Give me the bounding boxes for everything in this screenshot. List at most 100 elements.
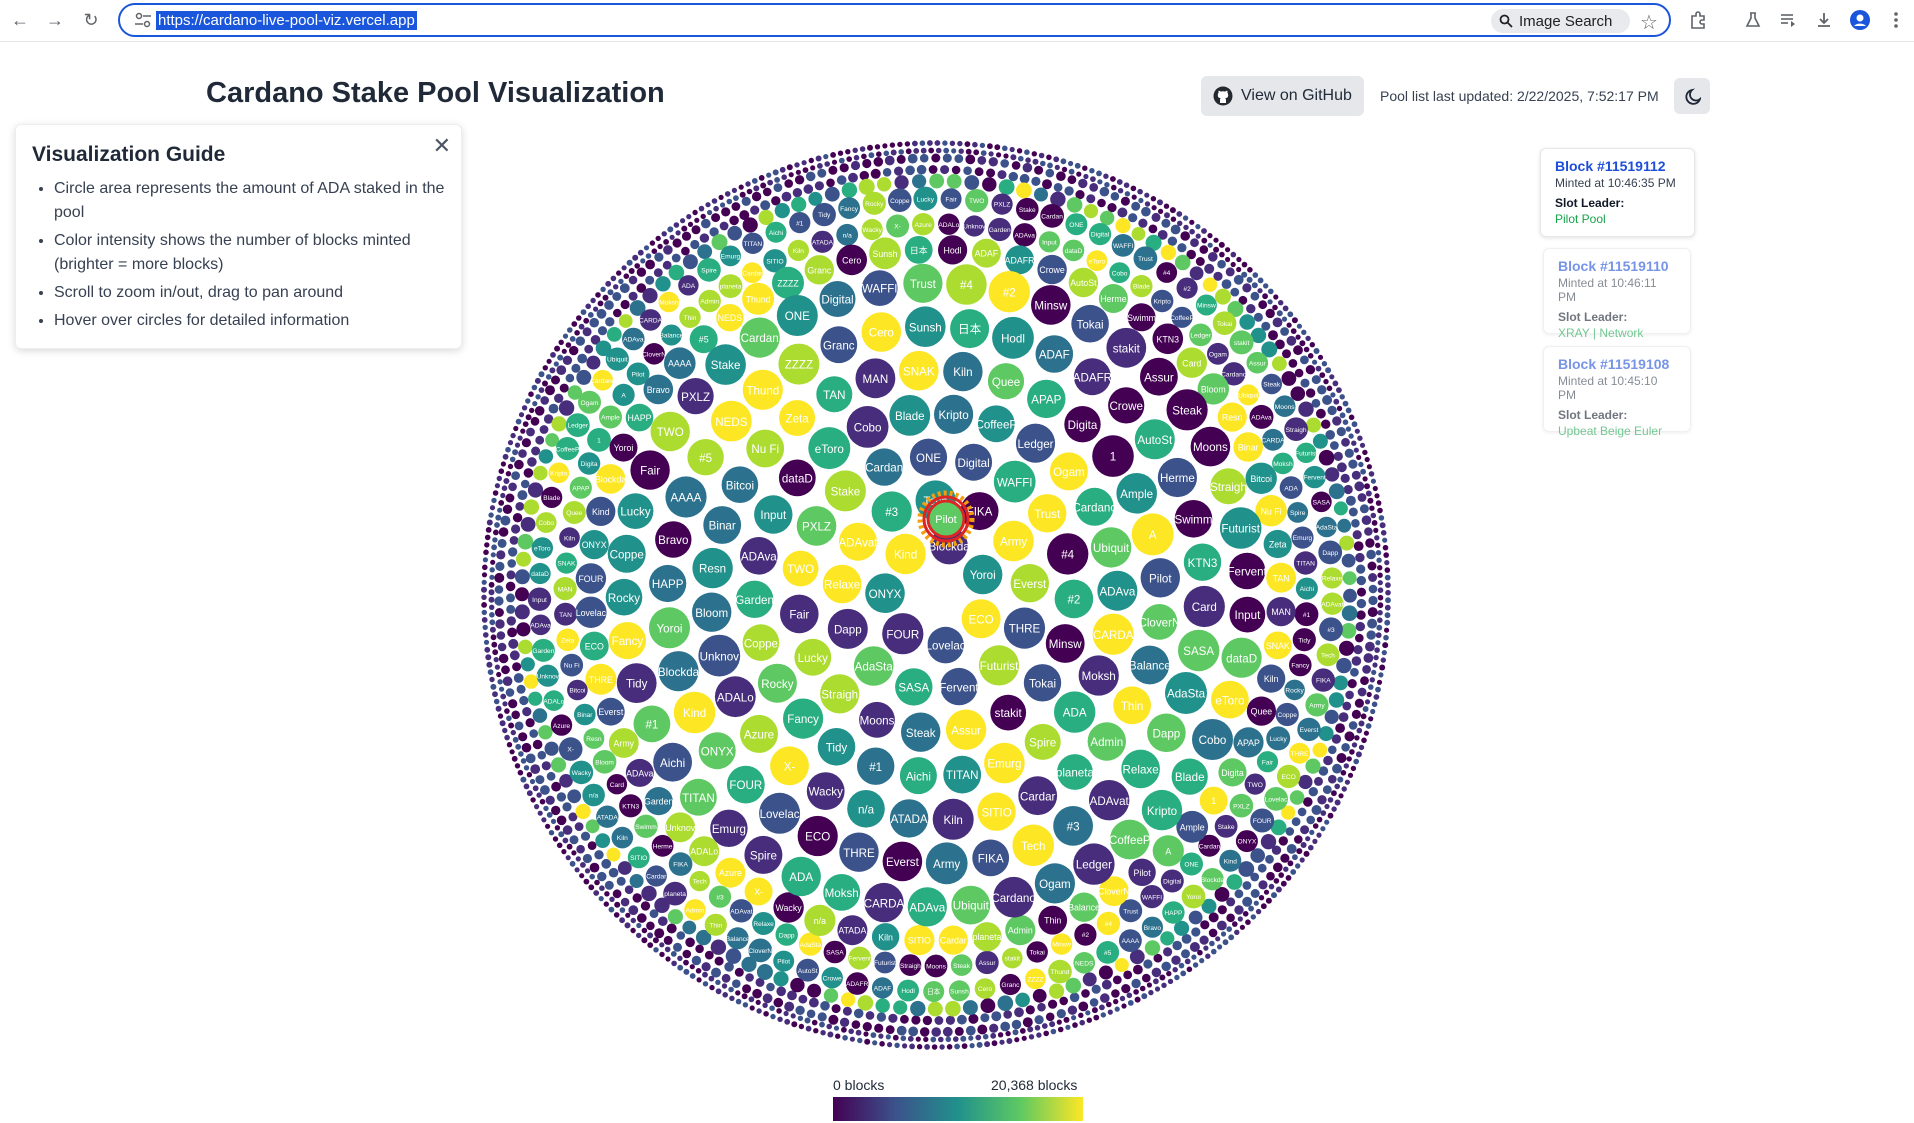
pool-bubble[interactable] [1242, 283, 1252, 293]
pool-bubble[interactable] [760, 200, 771, 211]
pool-bubble[interactable] [1025, 1005, 1035, 1015]
pool-bubble[interactable] [1379, 664, 1386, 671]
pool-bubble[interactable] [774, 177, 780, 183]
pool-bubble[interactable] [487, 669, 494, 675]
pool-bubble[interactable] [1049, 983, 1065, 999]
pool-bubble[interactable] [597, 871, 607, 882]
pool-bubble[interactable] [913, 148, 920, 154]
pool-bubble[interactable] [1376, 557, 1382, 563]
pool-bubble[interactable] [535, 435, 545, 445]
pool-bubble[interactable] [795, 169, 801, 175]
pool-bubble[interactable] [1285, 875, 1292, 881]
pool-bubble[interactable] [1260, 903, 1267, 910]
extensions-icon[interactable] [1687, 9, 1709, 31]
pool-bubble[interactable] [714, 956, 724, 966]
pool-bubble[interactable] [628, 905, 639, 916]
pool-bubble[interactable] [915, 1036, 921, 1042]
pool-bubble[interactable] [698, 205, 705, 212]
pool-bubble[interactable] [819, 1021, 825, 1028]
pool-bubble[interactable] [1314, 776, 1323, 786]
pool-bubble[interactable] [1351, 440, 1357, 446]
pool-bubble[interactable] [988, 157, 998, 167]
pool-bubble[interactable] [1370, 512, 1377, 519]
pool-bubble[interactable] [582, 853, 592, 864]
pool-bubble[interactable] [1323, 755, 1333, 766]
pool-bubble[interactable] [849, 1036, 855, 1042]
pool-bubble[interactable] [523, 468, 534, 478]
pool-bubble[interactable] [928, 165, 938, 174]
pool-bubble[interactable] [1374, 493, 1380, 499]
pool-bubble[interactable] [511, 755, 518, 762]
pool-bubble[interactable] [636, 922, 642, 929]
pool-bubble[interactable] [1292, 854, 1298, 861]
pool-bubble[interactable] [554, 345, 561, 352]
pool-bubble[interactable] [1378, 515, 1385, 521]
pool-bubble[interactable] [506, 715, 512, 722]
pool-bubble[interactable] [1329, 374, 1335, 380]
pool-bubble[interactable] [513, 425, 519, 432]
pool-bubble[interactable] [515, 502, 525, 511]
pool-bubble[interactable] [1319, 372, 1326, 378]
pool-bubble[interactable] [608, 867, 619, 878]
pool-bubble[interactable] [1115, 218, 1131, 234]
pool-bubble[interactable] [1068, 168, 1075, 175]
pool-bubble[interactable] [1189, 942, 1200, 952]
pool-bubble[interactable] [1056, 171, 1066, 181]
pool-bubble[interactable] [1367, 618, 1378, 629]
pool-bubble[interactable] [647, 942, 654, 948]
pool-bubble[interactable] [661, 231, 667, 237]
pool-bubble[interactable] [1195, 257, 1205, 266]
pool-bubble[interactable] [1337, 462, 1347, 473]
pool-bubble[interactable] [1236, 256, 1242, 263]
pool-bubble[interactable] [1119, 995, 1126, 1002]
pool-bubble[interactable] [1189, 228, 1195, 235]
pool-bubble[interactable] [836, 175, 847, 185]
pool-bubble[interactable] [1295, 334, 1301, 340]
pool-bubble[interactable] [1377, 602, 1384, 609]
pool-bubble[interactable] [1306, 815, 1315, 825]
pool-bubble[interactable] [1190, 238, 1199, 248]
pool-bubble[interactable] [1303, 346, 1310, 353]
pool-bubble[interactable] [1225, 256, 1231, 263]
pool-bubble[interactable] [502, 453, 509, 460]
pool-bubble[interactable] [642, 288, 658, 304]
pool-bubble[interactable] [1221, 279, 1232, 289]
pool-bubble[interactable] [846, 156, 852, 162]
pool-bubble[interactable] [1065, 1024, 1071, 1030]
pool-bubble[interactable] [695, 968, 702, 974]
pool-bubble[interactable] [1106, 1001, 1112, 1008]
pool-bubble[interactable] [1230, 251, 1237, 258]
pool-bubble[interactable] [1085, 1010, 1091, 1016]
pool-bubble[interactable] [700, 213, 706, 220]
pool-bubble[interactable] [957, 1014, 967, 1025]
pool-bubble[interactable] [1123, 182, 1130, 188]
pool-bubble[interactable] [1016, 182, 1032, 199]
pool-bubble[interactable] [1271, 892, 1277, 899]
pool-bubble[interactable] [506, 742, 513, 748]
pool-bubble[interactable] [1336, 753, 1347, 763]
pool-bubble[interactable] [862, 1022, 872, 1032]
pool-bubble[interactable] [1324, 819, 1330, 825]
pool-bubble[interactable] [707, 209, 713, 216]
pool-bubble[interactable] [663, 239, 669, 245]
pool-bubble[interactable] [641, 885, 657, 902]
pool-bubble[interactable] [954, 1043, 960, 1050]
pool-bubble[interactable] [1326, 385, 1333, 392]
pool-bubble[interactable] [1287, 311, 1294, 318]
pool-bubble[interactable] [1272, 304, 1278, 311]
pool-bubble[interactable] [1239, 924, 1245, 930]
pool-bubble[interactable] [1099, 186, 1110, 197]
block-card[interactable]: Block #11519108 Minted at 10:45:10 PM Sl… [1543, 346, 1691, 438]
pool-bubble[interactable] [508, 547, 518, 557]
pool-bubble[interactable] [928, 147, 935, 154]
pool-bubble[interactable] [691, 225, 701, 235]
pool-bubble[interactable] [632, 893, 642, 903]
pool-bubble[interactable] [931, 1027, 941, 1037]
pool-bubble[interactable] [1138, 197, 1144, 204]
pool-bubble[interactable] [989, 1023, 999, 1033]
pool-bubble[interactable] [541, 817, 547, 823]
pool-bubble[interactable] [571, 850, 577, 856]
pool-bubble[interactable] [1341, 437, 1350, 447]
pool-bubble[interactable] [1245, 919, 1251, 925]
pool-bubble[interactable] [534, 406, 545, 416]
